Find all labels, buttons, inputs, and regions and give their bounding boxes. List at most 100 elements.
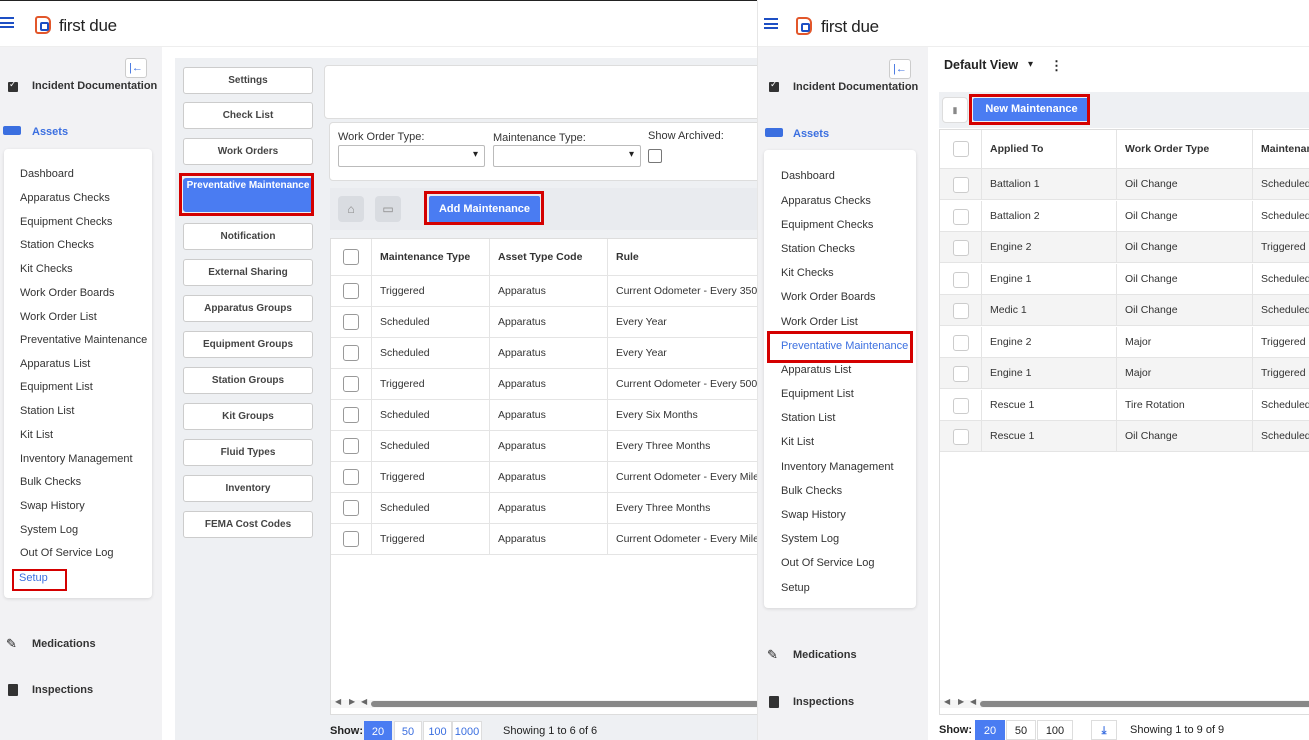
row-checkbox[interactable] xyxy=(343,345,359,361)
table-row[interactable]: Triggered Apparatus Current Odometer - Eve… xyxy=(331,276,757,307)
table-row[interactable]: Engine 1 Major Triggered xyxy=(940,358,1309,389)
table-row[interactable]: Triggered Apparatus Current Odometer - Eve… xyxy=(331,462,757,493)
sidebar-item-apparatus-checks[interactable]: Apparatus Checks xyxy=(781,195,871,207)
sidebar-section-assets[interactable]: Assets xyxy=(793,128,829,140)
sidebar-item-dashboard[interactable]: Dashboard xyxy=(781,170,835,182)
sidebar-item-preventative-maintenance[interactable]: Preventative Maintenance xyxy=(20,334,147,346)
settings-nav-work-orders[interactable]: Work Orders xyxy=(183,138,313,165)
settings-nav-check-list[interactable]: Check List xyxy=(183,102,313,129)
row-checkbox[interactable] xyxy=(343,438,359,454)
sidebar-item-apparatus-list[interactable]: Apparatus List xyxy=(781,364,851,376)
column-header-applied-to[interactable]: Applied To xyxy=(981,130,1116,169)
scroll-right-icon[interactable]: ▶ xyxy=(349,697,355,706)
sidebar-item-inventory-management[interactable]: Inventory Management xyxy=(781,461,894,473)
sidebar-section-incident[interactable]: Incident Documentation xyxy=(793,81,918,93)
row-checkbox[interactable] xyxy=(953,303,969,319)
delete-icon[interactable]: ⌂ xyxy=(338,196,364,222)
table-row[interactable]: Rescue 1 Tire Rotation Scheduled xyxy=(940,389,1309,421)
sidebar-item-kit-checks[interactable]: Kit Checks xyxy=(20,263,73,275)
settings-nav-equipment-groups[interactable]: Equipment Groups xyxy=(183,331,313,358)
select-all-checkbox[interactable] xyxy=(953,141,969,157)
sidebar-item-inventory-management[interactable]: Inventory Management xyxy=(20,453,133,465)
select-all-checkbox[interactable] xyxy=(343,249,359,265)
scrollbar-thumb[interactable] xyxy=(980,701,1309,707)
sidebar-item-out-of-service-log[interactable]: Out Of Service Log xyxy=(781,557,875,569)
horizontal-scrollbar[interactable]: ◀ ▶ ◀ xyxy=(940,697,1309,708)
sidebar-item-station-list[interactable]: Station List xyxy=(20,405,74,417)
row-checkbox[interactable] xyxy=(343,531,359,547)
settings-nav-apparatus-groups[interactable]: Apparatus Groups xyxy=(183,295,313,322)
page-size-1000[interactable]: 1000 xyxy=(452,721,482,740)
settings-nav-kit-groups[interactable]: Kit Groups xyxy=(183,403,313,430)
archive-icon[interactable]: ▭ xyxy=(375,196,401,222)
sidebar-section-medications[interactable]: Medications xyxy=(793,649,857,661)
page-size-20[interactable]: 20 xyxy=(364,721,392,740)
page-size-100[interactable]: 100 xyxy=(1037,720,1073,740)
page-size-50[interactable]: 50 xyxy=(1006,720,1036,740)
settings-nav-fema-cost-codes[interactable]: FEMA Cost Codes xyxy=(183,511,313,538)
sidebar-item-work-order-list[interactable]: Work Order List xyxy=(781,316,858,328)
hamburger-menu-icon[interactable] xyxy=(0,17,14,28)
column-header-asset-type-code[interactable]: Asset Type Code xyxy=(489,239,607,276)
sidebar-item-work-order-boards[interactable]: Work Order Boards xyxy=(781,291,876,303)
view-title[interactable]: Default View xyxy=(944,58,1018,72)
row-checkbox[interactable] xyxy=(953,240,969,256)
sidebar-section-assets[interactable]: Assets xyxy=(32,126,68,138)
table-row[interactable]: Battalion 1 Oil Change Scheduled xyxy=(940,169,1309,200)
row-checkbox[interactable] xyxy=(953,271,969,288)
settings-nav-settings[interactable]: Settings xyxy=(183,67,313,94)
row-checkbox[interactable] xyxy=(953,334,969,351)
settings-nav-notification[interactable]: Notification xyxy=(183,223,313,250)
sidebar-item-dashboard[interactable]: Dashboard xyxy=(20,168,74,180)
sidebar-section-inspections[interactable]: Inspections xyxy=(32,684,93,696)
sidebar-item-kit-list[interactable]: Kit List xyxy=(781,436,814,448)
table-row[interactable]: Scheduled Apparatus Every Three Months xyxy=(331,431,757,462)
table-row[interactable]: Engine 2 Oil Change Triggered xyxy=(940,232,1309,263)
sidebar-section-inspections[interactable]: Inspections xyxy=(793,696,854,708)
row-checkbox[interactable] xyxy=(343,500,359,516)
table-row[interactable]: Scheduled Apparatus Every Three Months xyxy=(331,493,757,524)
sidebar-item-work-order-boards[interactable]: Work Order Boards xyxy=(20,287,115,299)
table-row[interactable]: Rescue 1 Oil Change Scheduled xyxy=(940,421,1309,452)
sidebar-item-kit-list[interactable]: Kit List xyxy=(20,429,53,441)
collapse-left-icon[interactable]: |← xyxy=(889,59,911,79)
settings-nav-inventory[interactable]: Inventory xyxy=(183,475,313,502)
scroll-left-icon[interactable]: ◀ xyxy=(361,697,367,706)
page-size-100[interactable]: 100 xyxy=(423,721,452,740)
sidebar-item-kit-checks[interactable]: Kit Checks xyxy=(781,267,834,279)
column-header-maintenance-type[interactable]: Maintenance Type xyxy=(371,239,489,276)
row-checkbox[interactable] xyxy=(343,314,359,330)
show-archived-checkbox[interactable] xyxy=(648,149,662,163)
scrollbar-thumb[interactable] xyxy=(371,701,757,707)
sidebar-item-equipment-list[interactable]: Equipment List xyxy=(781,388,854,400)
settings-nav-station-groups[interactable]: Station Groups xyxy=(183,367,313,394)
column-header-maintenance-type[interactable]: Maintenance Type xyxy=(1252,130,1309,169)
sidebar-item-system-log[interactable]: System Log xyxy=(781,533,839,545)
row-checkbox[interactable] xyxy=(343,407,359,423)
horizontal-scrollbar[interactable]: ◀ ▶ ◀ xyxy=(331,697,757,708)
download-icon[interactable]: ⤓ xyxy=(1091,720,1117,740)
row-checkbox[interactable] xyxy=(343,283,359,299)
table-row[interactable]: Scheduled Apparatus Every Six Months xyxy=(331,400,757,431)
sidebar-item-swap-history[interactable]: Swap History xyxy=(20,500,85,512)
row-checkbox[interactable] xyxy=(953,177,969,193)
column-header-work-order-type[interactable]: Work Order Type xyxy=(1116,130,1252,169)
table-row[interactable]: Engine 2 Major Triggered xyxy=(940,326,1309,358)
table-row[interactable]: Medic 1 Oil Change Scheduled xyxy=(940,295,1309,326)
sidebar-item-setup[interactable]: Setup xyxy=(781,582,810,594)
table-row[interactable]: Battalion 2 Oil Change Scheduled xyxy=(940,200,1309,232)
sidebar-item-bulk-checks[interactable]: Bulk Checks xyxy=(20,476,81,488)
sidebar-item-equipment-checks[interactable]: Equipment Checks xyxy=(781,219,873,231)
trash-icon[interactable]: ▮ xyxy=(942,97,968,123)
table-row[interactable]: Scheduled Apparatus Every Year xyxy=(331,338,757,369)
row-checkbox[interactable] xyxy=(343,469,359,485)
row-checkbox[interactable] xyxy=(343,376,359,392)
view-caret-icon[interactable]: ▾ xyxy=(1028,59,1033,70)
sidebar-item-equipment-checks[interactable]: Equipment Checks xyxy=(20,216,112,228)
row-checkbox[interactable] xyxy=(953,429,969,445)
settings-nav-external-sharing[interactable]: External Sharing xyxy=(183,259,313,286)
row-checkbox[interactable] xyxy=(953,397,969,414)
sidebar-item-bulk-checks[interactable]: Bulk Checks xyxy=(781,485,842,497)
sidebar-item-equipment-list[interactable]: Equipment List xyxy=(20,381,93,393)
scroll-left-icon[interactable]: ◀ xyxy=(970,697,976,706)
